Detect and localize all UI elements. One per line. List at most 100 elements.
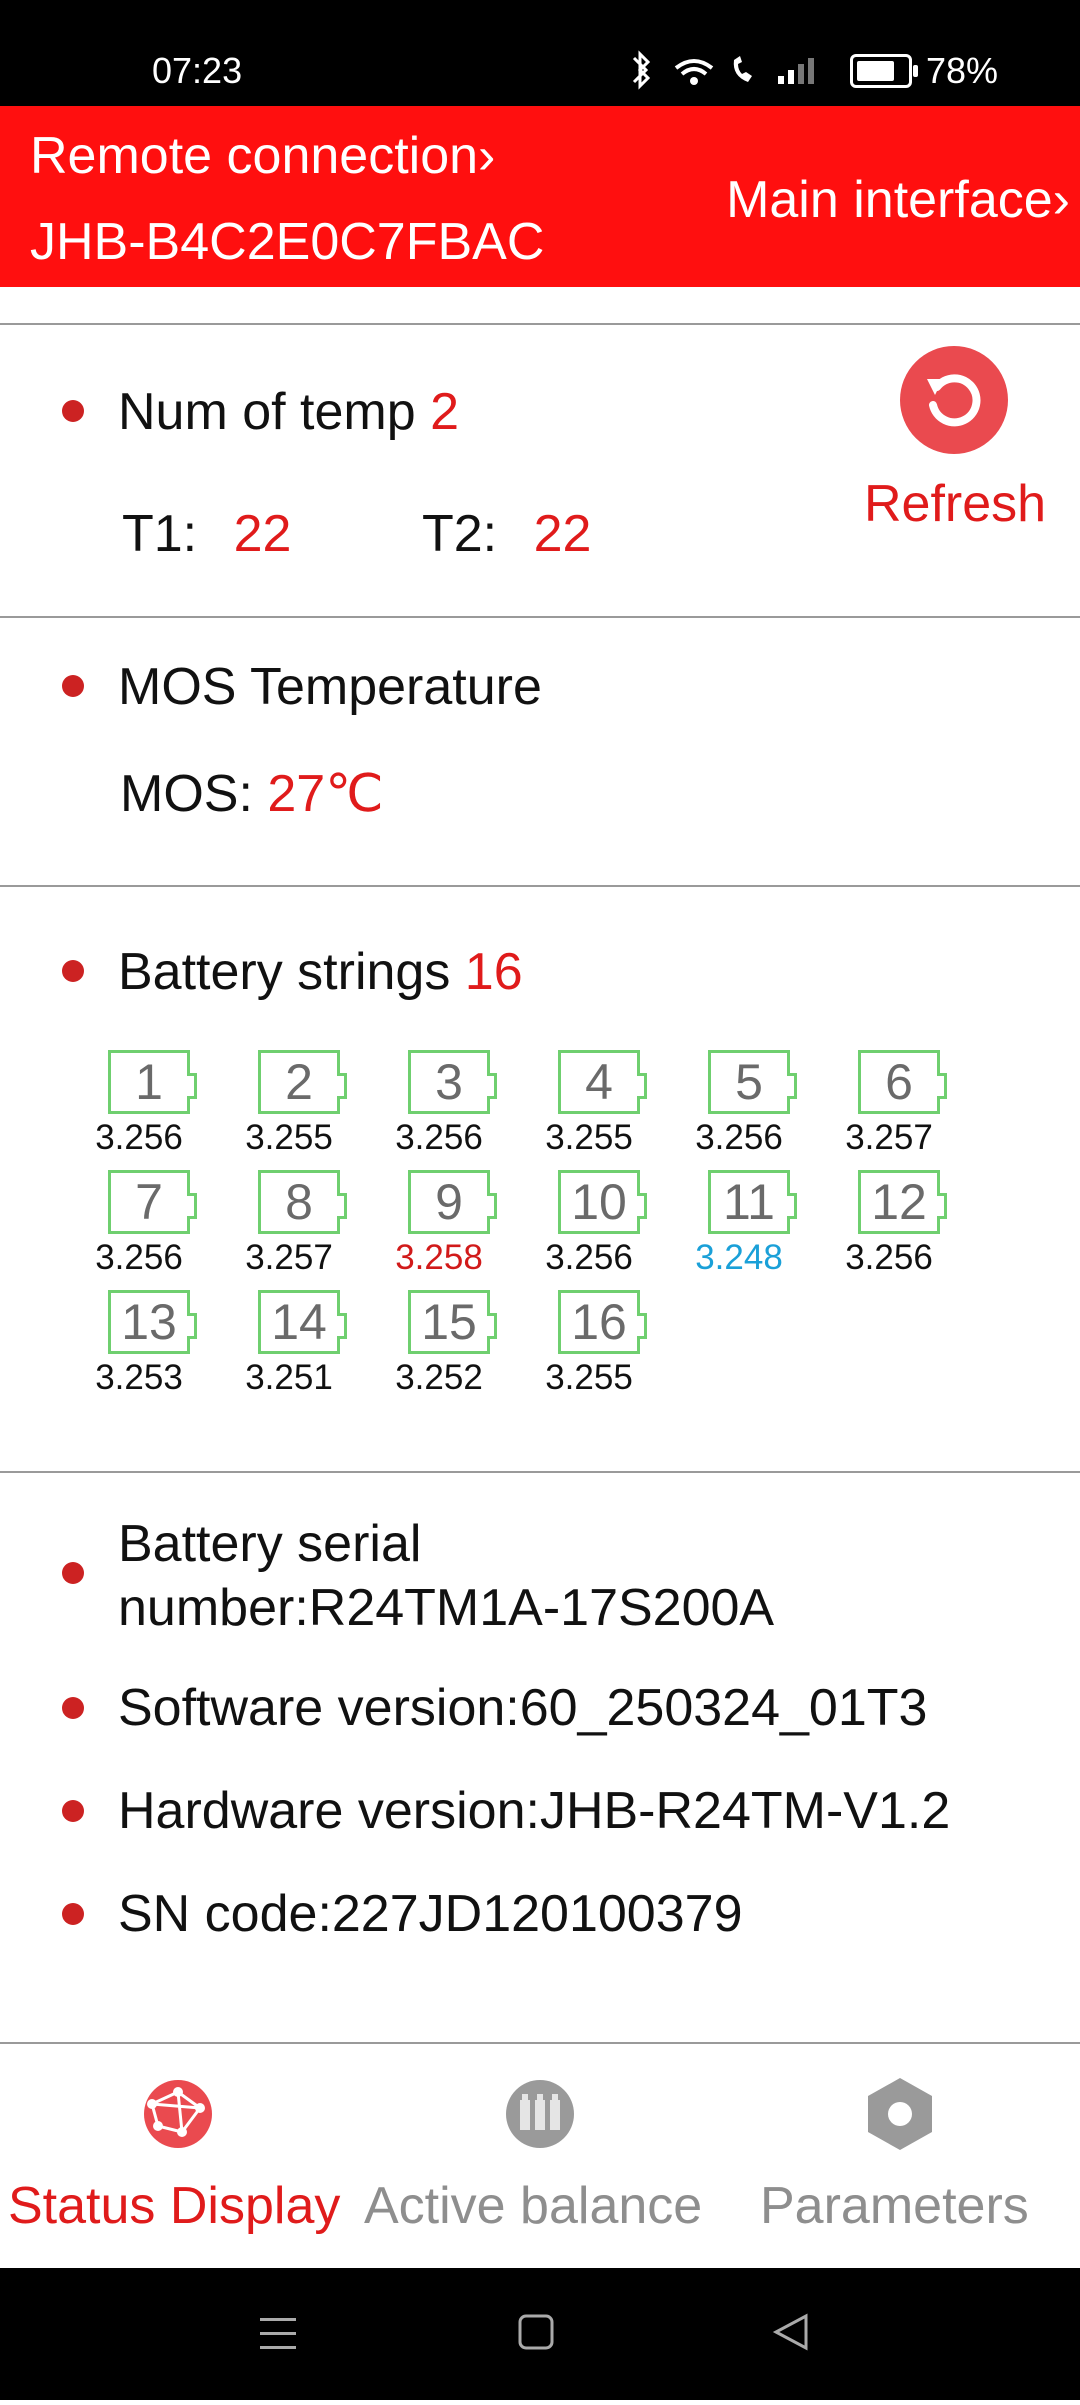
sn-code: SN code:227JD120100379 <box>118 1885 743 1943</box>
bullet-dot <box>62 1562 84 1584</box>
refresh-button[interactable] <box>900 346 1008 454</box>
battery-cell-voltage: 3.256 <box>395 1118 483 1157</box>
battery-cell-icon: 3 <box>408 1050 497 1114</box>
battery-cell-icon: 11 <box>708 1170 797 1234</box>
globe-network-icon <box>144 2080 212 2148</box>
divider <box>0 1471 1080 1473</box>
t2-label: T2: <box>422 505 498 563</box>
battery-cell-voltage: 3.251 <box>245 1358 333 1397</box>
mos-label: MOS: <box>120 765 253 823</box>
battery-cell: 7 3.256 <box>64 1168 214 1288</box>
battery-cell: 11 3.248 <box>664 1168 814 1288</box>
battery-icon <box>850 54 918 88</box>
battery-cell-voltage: 3.252 <box>395 1358 483 1397</box>
battery-serial-number: Battery serial number:R24TM1A-17S200A <box>118 1512 774 1640</box>
bullet-dot <box>62 960 84 982</box>
hardware-version: Hardware version:JHB-R24TM-V1.2 <box>118 1782 951 1840</box>
battery-cell-voltage: 3.256 <box>95 1238 183 1277</box>
divider <box>0 885 1080 887</box>
nav-parameters-label: Parameters <box>760 2177 1029 2235</box>
battery-cell: 13 3.253 <box>64 1288 214 1408</box>
bottom-nav: Status Display Active balance Parameters <box>0 2044 1080 2268</box>
battery-cell-voltage: 3.255 <box>245 1118 333 1157</box>
menu-icon[interactable] <box>260 2318 296 2349</box>
battery-strings-title: Battery strings <box>118 943 451 1001</box>
num-temp-count: 2 <box>430 383 460 441</box>
chevron-right-icon: › <box>478 127 496 185</box>
battery-cell-icon: 15 <box>408 1290 497 1354</box>
remote-connection-label: Remote connection <box>30 127 479 185</box>
num-temp-title: Num of temp <box>118 383 416 441</box>
t2-reading: T2: 22 <box>422 504 591 564</box>
battery-cell: 6 3.257 <box>814 1048 964 1168</box>
t1-label: T1: <box>122 505 198 563</box>
battery-cell: 8 3.257 <box>214 1168 364 1288</box>
battery-cell-icon: 12 <box>858 1170 947 1234</box>
app-header: Remote connection› JHB-B4C2E0C7FBAC Main… <box>0 106 1080 287</box>
software-version: Software version:60_250324_01T3 <box>118 1679 928 1737</box>
nav-active-balance[interactable]: Active balance <box>360 2044 720 2268</box>
status-bar: 07:23 78% <box>0 0 1080 106</box>
battery-cell: 16 3.255 <box>514 1288 664 1408</box>
bullet-dot <box>62 1800 84 1822</box>
chevron-right-icon: › <box>1052 171 1070 229</box>
battery-cell-voltage: 3.255 <box>545 1358 633 1397</box>
hexagon-settings-icon <box>868 2078 932 2150</box>
battery-cell-voltage: 3.256 <box>545 1238 633 1277</box>
battery-cell-voltage: 3.257 <box>845 1118 933 1157</box>
battery-cell-voltage: 3.255 <box>545 1118 633 1157</box>
clock: 07:23 <box>152 50 243 91</box>
battery-cell-icon: 8 <box>258 1170 347 1234</box>
battery-cell: 14 3.251 <box>214 1288 364 1408</box>
battery-cell: 4 3.255 <box>514 1048 664 1168</box>
battery-cell-icon: 6 <box>858 1050 947 1114</box>
battery-serial-line1: Battery serial <box>118 1515 422 1573</box>
battery-cell-voltage: 3.256 <box>845 1238 933 1277</box>
battery-cell-voltage: 3.253 <box>95 1358 183 1397</box>
battery-cell: 12 3.256 <box>814 1168 964 1288</box>
status-icons <box>628 50 828 99</box>
device-id: JHB-B4C2E0C7FBAC <box>30 213 545 271</box>
battery-cell: 3 3.256 <box>364 1048 514 1168</box>
t1-reading: T1: 22 <box>122 504 291 564</box>
battery-cell-icon: 14 <box>258 1290 347 1354</box>
battery-cell-voltage: 3.256 <box>695 1118 783 1157</box>
divider <box>0 323 1080 325</box>
main-interface-label: Main interface <box>726 171 1053 229</box>
battery-cell-icon: 10 <box>558 1170 647 1234</box>
system-nav-icons <box>260 2313 808 2351</box>
signal-wifi-bluetooth-icons <box>632 50 814 90</box>
nav-balance-label: Active balance <box>364 2177 703 2235</box>
back-icon[interactable] <box>772 2313 808 2351</box>
mos-reading: MOS: 27℃ <box>120 764 384 824</box>
battery-cell-icon: 7 <box>108 1170 197 1234</box>
battery-cell-icon: 1 <box>108 1050 197 1114</box>
refresh-icon <box>927 374 981 427</box>
home-icon[interactable] <box>518 2314 554 2350</box>
t2-value: 22 <box>533 505 592 563</box>
battery-cell: 9 3.258 <box>364 1168 514 1288</box>
battery-cell-icon: 13 <box>108 1290 197 1354</box>
battery-cell-icon: 9 <box>408 1170 497 1234</box>
battery-pack-icon <box>506 2080 574 2148</box>
battery-strings-count: 16 <box>464 943 523 1001</box>
nav-status-label: Status Display <box>8 2177 341 2235</box>
num-temp-label: Num of temp 2 <box>118 382 459 442</box>
battery-cell: 2 3.255 <box>214 1048 364 1168</box>
system-nav-bar <box>0 2268 1080 2400</box>
main-interface-link[interactable]: Main interface› <box>726 170 1070 230</box>
battery-cell-icon: 16 <box>558 1290 647 1354</box>
battery-cell-voltage: 3.256 <box>95 1118 183 1157</box>
nav-status-display[interactable]: Status Display <box>0 2044 360 2268</box>
battery-cell: 10 3.256 <box>514 1168 664 1288</box>
nav-parameters[interactable]: Parameters <box>720 2044 1080 2268</box>
battery-percent: 78% <box>926 50 999 91</box>
t1-value: 22 <box>233 505 292 563</box>
battery-cell: 15 3.252 <box>364 1288 514 1408</box>
remote-connection-link[interactable]: Remote connection› <box>30 126 495 186</box>
battery-cell-voltage: 3.258 <box>395 1238 483 1277</box>
refresh-label[interactable]: Refresh <box>864 474 1046 534</box>
bullet-dot <box>62 1697 84 1719</box>
mos-title: MOS Temperature <box>118 658 542 716</box>
battery-cell-icon: 5 <box>708 1050 797 1114</box>
